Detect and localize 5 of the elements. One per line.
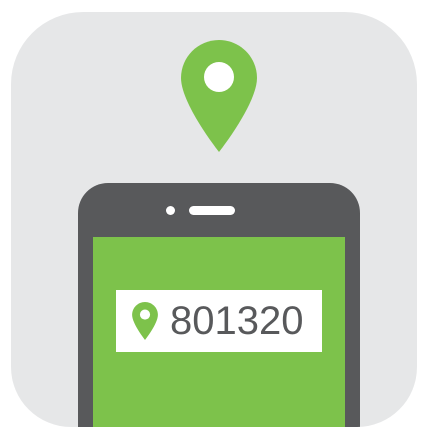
location-pin-icon (181, 40, 257, 152)
location-pin-icon (132, 302, 158, 340)
speaker-icon (188, 206, 234, 214)
code-text: 801320 (170, 298, 304, 344)
camera-icon (166, 206, 174, 214)
